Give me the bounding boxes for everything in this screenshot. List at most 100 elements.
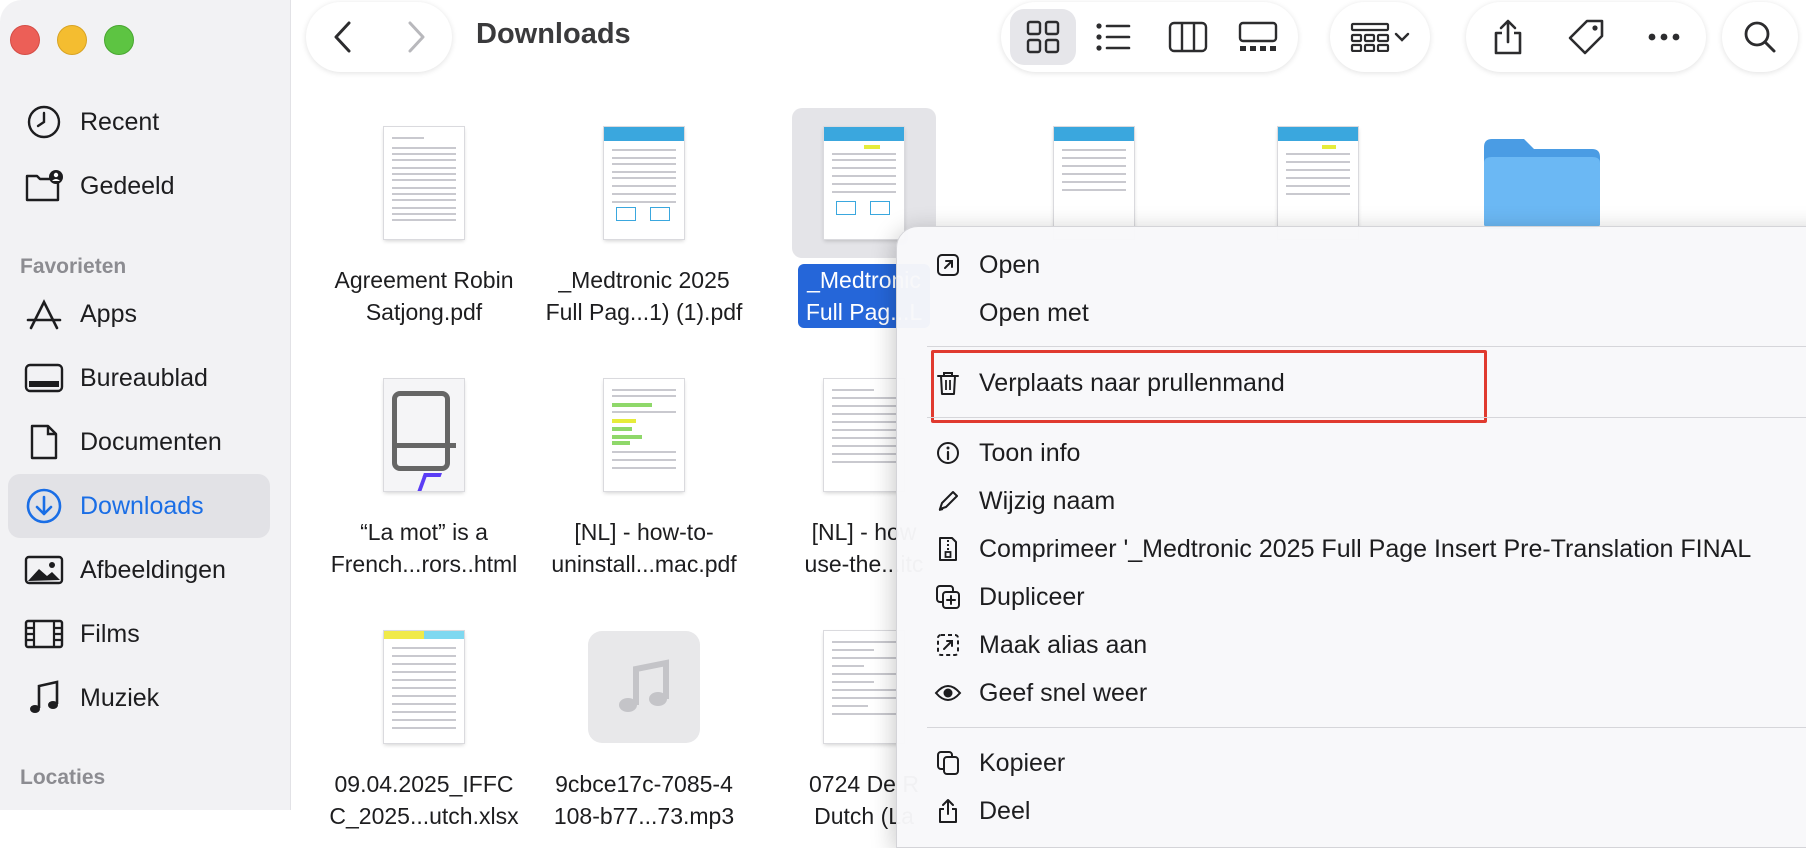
menu-item-share[interactable]: Deel [897,789,1806,833]
pdf-thumbnail [604,127,684,239]
file-item[interactable]: 09.04.2025_IFFC C_2025...utch.xlsx [314,612,534,832]
menu-item-label: Open [979,250,1041,279]
share-button[interactable] [1475,9,1541,65]
gallery-view-button[interactable] [1225,9,1291,65]
search-icon [1744,21,1776,53]
file-name: 09.04.2025_IFFC C_2025...utch.xlsx [329,771,519,829]
back-button[interactable] [306,2,379,72]
file-name: Agreement Robin Satjong.pdf [334,267,514,325]
menu-separator [927,417,1806,418]
sidebar-item-label: Gedeeld [80,171,175,200]
photo-icon [24,550,64,590]
tag-icon [1568,19,1604,55]
pdf-thumbnail [824,631,904,743]
sidebar-item-label: Bureaublad [80,363,208,392]
music-note-icon [619,659,669,712]
apps-icon [24,294,64,334]
pdf-thumbnail [1054,127,1134,239]
sidebar-item-apps[interactable]: Apps [8,282,270,346]
more-button[interactable] [1631,9,1697,65]
zoom-window-button[interactable] [104,25,134,55]
highlight-box [931,350,1487,423]
menu-separator [927,346,1806,347]
menu-item-make-alias[interactable]: Maak alias aan [897,623,1806,667]
chevron-right-icon [408,21,424,53]
context-menu: Open Open met Verplaats naar prullenmand… [896,226,1806,848]
music-icon [24,678,64,718]
sidebar: Recent Gedeeld Favorieten Apps Bureaubla… [0,0,291,810]
sidebar-item-music[interactable]: Muziek [8,666,270,730]
menu-item-label: Deel [979,796,1031,825]
sidebar-item-pictures[interactable]: Afbeeldingen [8,538,270,602]
pencil-icon [933,486,963,516]
menu-item-duplicate[interactable]: Dupliceer [897,575,1806,619]
sidebar-item-documents[interactable]: Documenten [8,410,270,474]
file-item[interactable]: [NL] - how-to-uninstall...mac.pdf [534,360,754,580]
icon-view-button[interactable] [1010,9,1076,65]
menu-item-open[interactable]: Open [897,243,1806,287]
download-icon [24,486,64,526]
menu-item-label: Open met [979,298,1089,327]
file-item[interactable]: _Medtronic 2025 Full Pag...1) (1).pdf [534,108,754,328]
menu-item-label: Maak alias aan [979,630,1148,659]
list-icon [1096,23,1131,51]
sidebar-item-shared[interactable]: Gedeeld [8,154,270,218]
file-item[interactable]: “La mot” is a French...rors..html [314,360,534,580]
chevron-down-icon [1394,32,1410,42]
html-thumbnail [384,379,464,491]
action-buttons [1466,2,1706,72]
folder-icon [1484,139,1600,229]
file-name: _Medtronic 2025 Full Pag...1) (1).pdf [545,267,743,325]
sidebar-item-recent[interactable]: Recent [8,90,270,154]
open-icon [933,250,963,280]
column-view-button[interactable] [1155,9,1221,65]
menu-item-label: Geef snel weer [979,678,1148,707]
shared-folder-icon [24,166,64,206]
tag-button[interactable] [1553,9,1619,65]
list-view-button[interactable] [1080,9,1146,65]
menu-item-label: Wijzig naam [979,486,1116,515]
file-item[interactable]: 9cbce17c-7085-4 108-b77...73.mp3 [534,612,754,832]
sidebar-item-films[interactable]: Films [8,602,270,666]
menu-item-open-with[interactable]: Open met [897,291,1806,335]
audio-thumbnail [588,631,700,743]
menu-item-rename[interactable]: Wijzig naam [897,479,1806,523]
eye-icon [933,678,963,708]
forward-button[interactable] [379,2,452,72]
file-name: “La mot” is a French...rors..html [330,519,518,577]
group-grid-icon [1350,22,1390,52]
menu-item-compress[interactable]: Comprimeer '_Medtronic 2025 Full Page In… [897,527,1806,571]
close-window-button[interactable] [10,25,40,55]
sidebar-item-label: Documenten [80,427,222,456]
file-name: 9cbce17c-7085-4 108-b77...73.mp3 [553,771,735,829]
xlsx-thumbnail [384,631,464,743]
locations-header: Locaties [20,766,106,789]
columns-icon [1168,21,1208,53]
document-icon [24,422,64,462]
search-button[interactable] [1722,2,1798,72]
menu-item-copy[interactable]: Kopieer [897,741,1806,785]
sidebar-item-desktop[interactable]: Bureaublad [8,346,270,410]
menu-separator [927,727,1806,728]
sidebar-item-label: Downloads [80,491,204,520]
view-mode-switcher [1001,2,1298,72]
sidebar-item-label: Films [80,619,140,648]
group-by-button[interactable] [1330,2,1430,72]
window-controls [10,25,134,55]
film-icon [24,614,64,654]
menu-item-get-info[interactable]: Toon info [897,431,1806,475]
minimize-window-button[interactable] [57,25,87,55]
duplicate-icon [933,582,963,612]
pdf-thumbnail [824,379,904,491]
sidebar-item-label: Muziek [80,683,160,712]
menu-item-quick-look[interactable]: Geef snel weer [897,671,1806,715]
sidebar-item-downloads[interactable]: Downloads [8,474,270,538]
alias-icon [933,630,963,660]
menu-item-label: Comprimeer '_Medtronic 2025 Full Page In… [979,534,1752,563]
file-item[interactable]: Agreement Robin Satjong.pdf [314,108,534,328]
file-name: [NL] - how-to-uninstall...mac.pdf [551,519,737,577]
window-title: Downloads [476,18,631,50]
desktop-icon [24,358,64,398]
sidebar-item-label: Apps [80,299,137,328]
copy-icon [933,748,963,778]
